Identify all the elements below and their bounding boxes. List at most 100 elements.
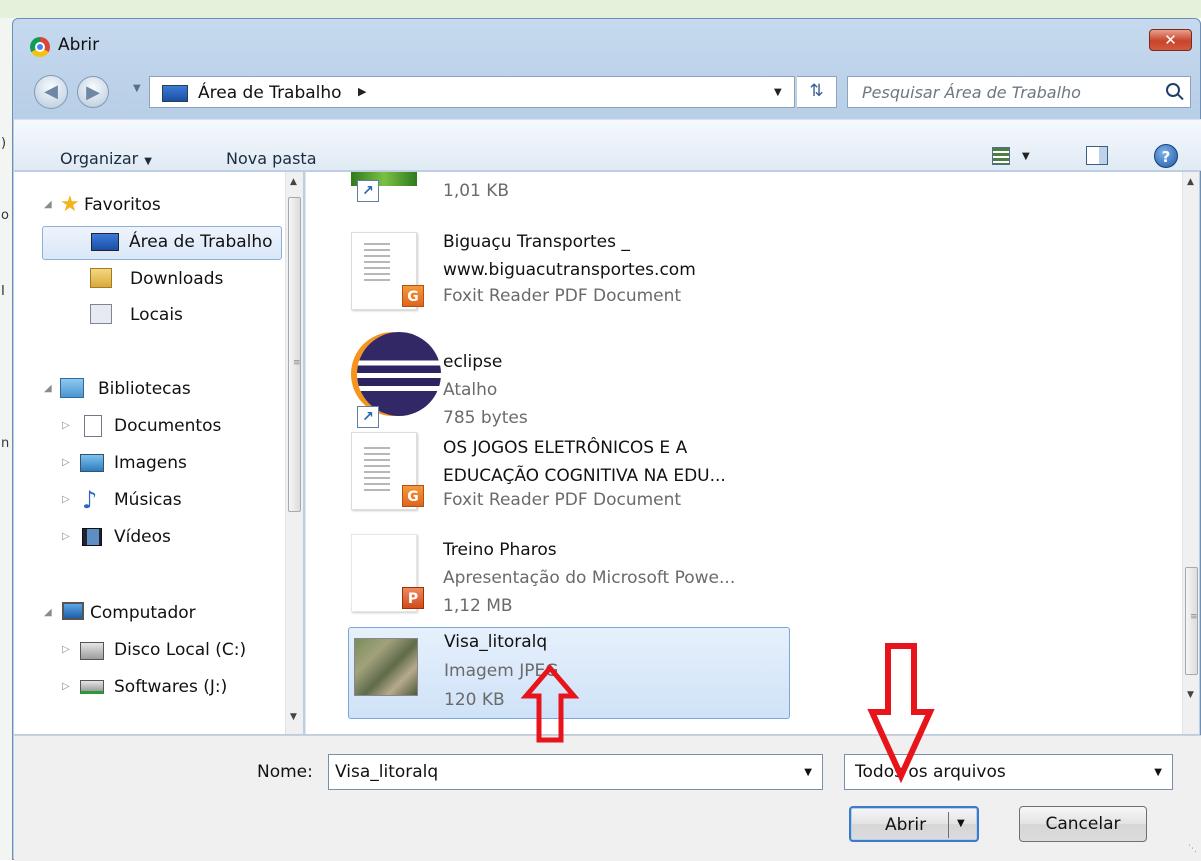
open-options-dropdown-icon[interactable]: ▼ <box>957 818 965 829</box>
back-button[interactable]: ◀ <box>34 75 68 109</box>
search-icon[interactable] <box>1166 83 1180 97</box>
search-box[interactable] <box>847 76 1191 108</box>
file-name-label: Nome: <box>257 762 313 782</box>
navigation-pane: ◢ ★ Favoritos Área de Trabalho Downloads… <box>14 172 303 734</box>
scroll-down-icon[interactable]: ▼ <box>290 712 297 722</box>
scroll-up-icon[interactable]: ▲ <box>1187 177 1194 187</box>
tree-item-locais[interactable]: Locais <box>84 301 284 331</box>
tree-item-label: Vídeos <box>114 527 171 547</box>
file-type: Atalho <box>443 380 498 400</box>
arrow-right-icon: ▶ <box>86 82 100 103</box>
open-button[interactable]: Abrir ▼ <box>849 806 979 842</box>
downloads-folder-icon <box>90 268 112 288</box>
tree-item-label: Bibliotecas <box>98 379 191 399</box>
scrollbar-thumb[interactable]: ≡ <box>1185 567 1198 675</box>
organize-label: Organizar <box>60 149 139 168</box>
grip-icon: ≡ <box>1190 612 1198 622</box>
list-item[interactable]: ↗ 1,01 KB <box>343 172 785 220</box>
list-item[interactable]: P Treino Pharos Apresentação do Microsof… <box>343 528 785 620</box>
shortcut-arrow-icon: ↗ <box>357 406 379 428</box>
resize-grip-icon[interactable]: ⋱ <box>1188 844 1197 854</box>
navigation-scrollbar[interactable]: ▲ ≡ ▼ <box>285 172 303 734</box>
recent-places-icon <box>90 304 112 324</box>
address-location[interactable]: Área de Trabalho <box>198 83 342 103</box>
command-toolbar: Organizar ▼ Nova pasta ▼ ? <box>14 119 1201 171</box>
address-bar[interactable]: Área de Trabalho ▶ ▼ <box>149 76 795 108</box>
up-arrow-icon <box>520 664 580 743</box>
file-size: 1,01 KB <box>443 181 510 201</box>
file-thumbnail: G <box>351 232 424 310</box>
tree-item-label: Documentos <box>114 416 222 436</box>
scroll-down-icon[interactable]: ▼ <box>1187 690 1194 700</box>
tree-item-downloads[interactable]: Downloads <box>84 265 284 295</box>
refresh-button[interactable]: ⇅ <box>797 76 837 108</box>
chevron-down-icon[interactable]: ▼ <box>1154 767 1162 778</box>
tree-item-area-de-trabalho[interactable]: Área de Trabalho <box>42 226 282 260</box>
file-list-scrollbar[interactable]: ▲ ≡ ▼ <box>1182 172 1199 734</box>
expand-icon[interactable]: ▷ <box>62 644 70 655</box>
file-name: Visa_litoralq <box>444 632 548 652</box>
list-item[interactable]: ↗ eclipse Atalho 785 bytes <box>343 332 785 432</box>
expand-icon[interactable]: ▷ <box>62 531 70 542</box>
tree-item-label: Músicas <box>114 490 182 510</box>
organize-button[interactable]: Organizar ▼ <box>60 149 152 168</box>
list-item[interactable]: G Biguaçu Transportes _ www.biguacutrans… <box>343 228 785 318</box>
recent-locations-dropdown[interactable]: ▼ <box>133 83 141 94</box>
arrow-left-icon: ◀ <box>44 81 58 102</box>
scroll-up-icon[interactable]: ▲ <box>290 177 297 187</box>
eclipse-icon <box>357 332 441 416</box>
tree-item-documentos[interactable]: ▷ Documentos <box>62 412 282 442</box>
tree-item-videos[interactable]: ▷ Vídeos <box>62 523 282 553</box>
chevron-down-icon: ▼ <box>144 156 152 167</box>
collapse-icon[interactable]: ◢ <box>44 607 52 618</box>
tree-item-label: Área de Trabalho <box>129 232 273 252</box>
file-type: Foxit Reader PDF Document <box>443 490 682 510</box>
open-button-label: Abrir <box>885 815 927 835</box>
tree-item-musicas[interactable]: ▷ ♪ Músicas <box>62 486 282 516</box>
expand-icon[interactable]: ▷ <box>62 420 70 431</box>
tree-item-label: Imagens <box>114 453 187 473</box>
file-name: Treino Pharos <box>443 540 557 560</box>
help-icon[interactable]: ? <box>1154 144 1178 168</box>
file-name-combobox[interactable]: ▼ <box>328 754 823 790</box>
tree-item-disco-local[interactable]: ▷ Disco Local (C:) <box>62 636 282 666</box>
preview-pane-icon[interactable] <box>1086 146 1108 165</box>
scrollbar-thumb[interactable]: ≡ <box>288 197 301 512</box>
background-glyph: I <box>1 284 5 299</box>
address-dropdown-icon[interactable]: ▼ <box>774 87 782 98</box>
file-size: 785 bytes <box>443 408 528 428</box>
tree-item-imagens[interactable]: ▷ Imagens <box>62 449 282 479</box>
open-file-dialog: Abrir ✕ ◀ ▶ ▼ Área de Trabalho ▶ ▼ ⇅ Org… <box>12 18 1201 861</box>
chrome-app-icon <box>30 37 50 57</box>
collapse-icon[interactable]: ◢ <box>44 383 52 394</box>
new-folder-button[interactable]: Nova pasta <box>226 149 317 168</box>
file-name: eclipse <box>443 352 503 372</box>
background-glyph: ) <box>1 136 7 151</box>
cancel-button[interactable]: Cancelar <box>1019 806 1147 842</box>
down-arrow-annotation <box>867 643 935 784</box>
file-name-input[interactable] <box>329 755 779 789</box>
forward-button[interactable]: ▶ <box>77 76 109 108</box>
foxit-pdf-icon: G <box>402 285 424 307</box>
file-thumbnail: P <box>351 534 424 612</box>
search-input[interactable] <box>848 77 1148 107</box>
chevron-down-icon[interactable]: ▼ <box>804 767 812 778</box>
list-item[interactable]: G OS JOGOS ELETRÔNICOS E A EDUCAÇÃO COGN… <box>343 428 785 518</box>
collapse-icon[interactable]: ◢ <box>44 199 52 210</box>
tree-item-softwares[interactable]: ▷ Softwares (J:) <box>62 673 282 703</box>
background-app-strip <box>0 0 1201 18</box>
music-icon: ♪ <box>82 486 98 514</box>
tree-item-favoritos[interactable]: ◢ ★ Favoritos <box>44 191 274 221</box>
tree-item-bibliotecas[interactable]: ◢ Bibliotecas <box>44 375 274 405</box>
expand-icon[interactable]: ▷ <box>62 457 70 468</box>
close-button[interactable]: ✕ <box>1149 29 1192 51</box>
expand-icon[interactable]: ▷ <box>62 681 70 692</box>
breadcrumb-chevron-icon[interactable]: ▶ <box>358 85 366 98</box>
chevron-down-icon[interactable]: ▼ <box>1022 151 1030 162</box>
tree-item-computador[interactable]: ◢ Computador <box>44 599 274 629</box>
file-size: 120 KB <box>444 690 505 710</box>
title-bar[interactable]: Abrir ✕ <box>13 19 1200 59</box>
change-view-icon[interactable] <box>992 147 1010 165</box>
tree-item-label: Computador <box>90 603 196 623</box>
expand-icon[interactable]: ▷ <box>62 494 70 505</box>
